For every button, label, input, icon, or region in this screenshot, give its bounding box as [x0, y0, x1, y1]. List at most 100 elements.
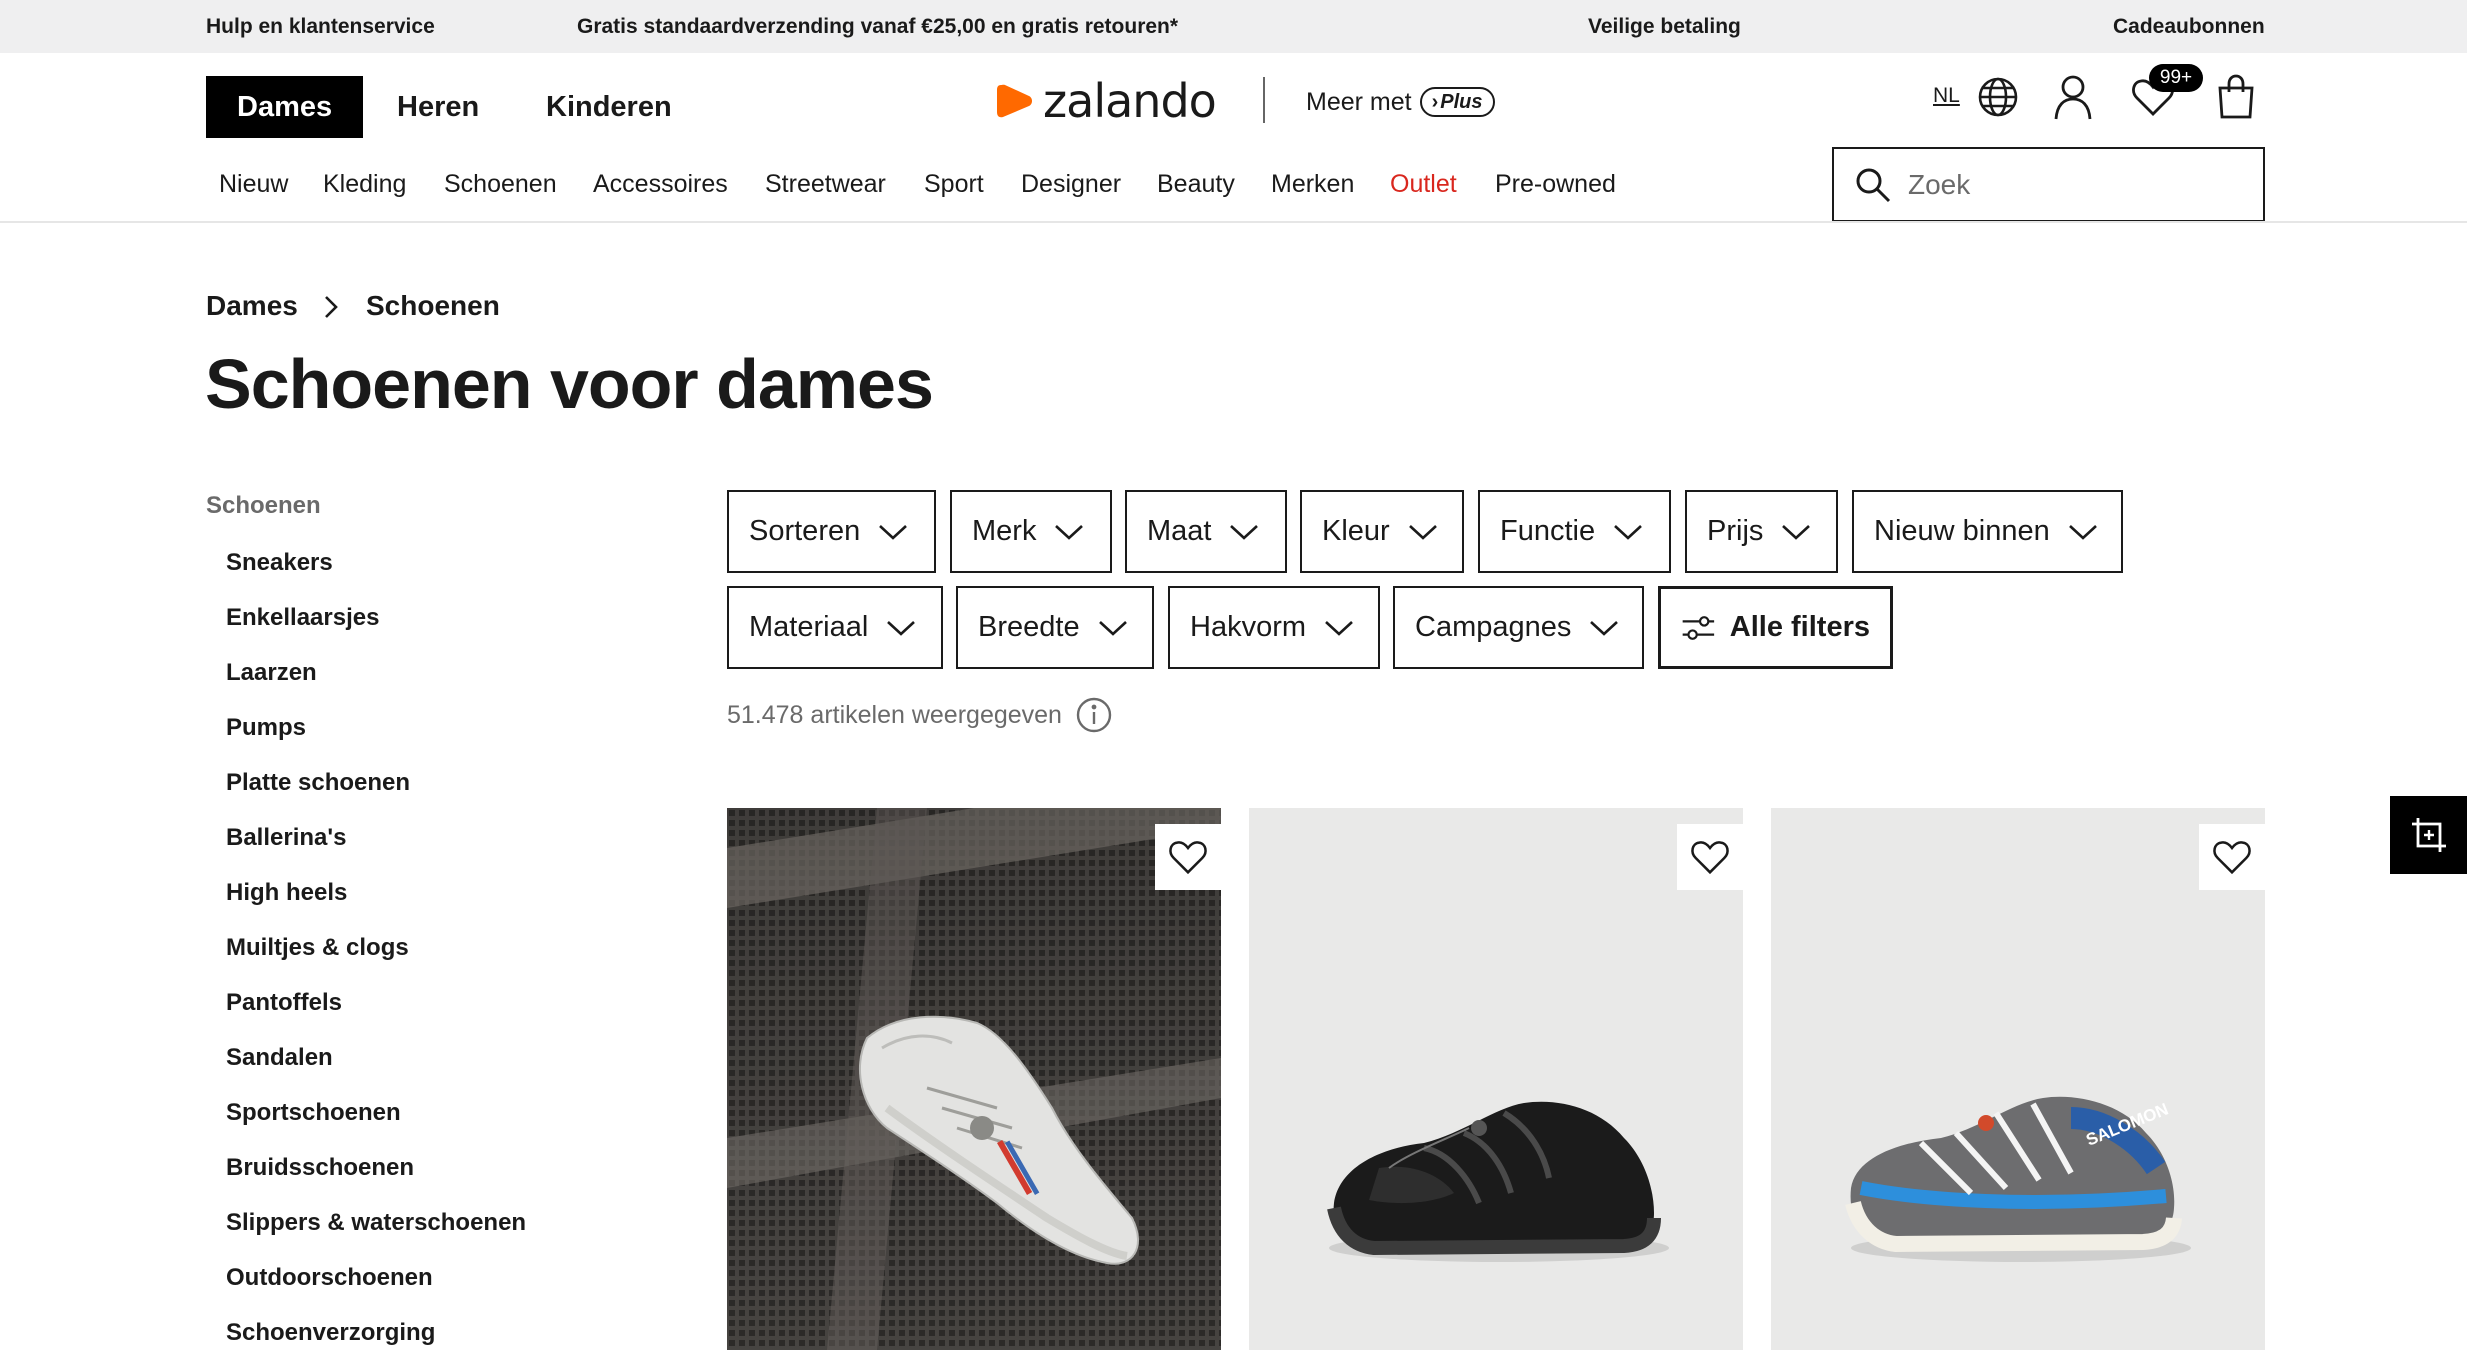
- logo-wordmark: zalando: [1043, 74, 1217, 128]
- heart-icon: [1691, 841, 1729, 875]
- sidebar-item-schoenverzorging[interactable]: Schoenverzorging: [226, 1313, 526, 1350]
- filter-merk[interactable]: Merk: [950, 490, 1112, 573]
- product-image-white-sneaker: [727, 808, 1221, 1350]
- results-count: 51.478 artikelen weergegeven: [727, 697, 1112, 733]
- feedback-button[interactable]: [2390, 796, 2467, 874]
- filter-campagnes[interactable]: Campagnes: [1393, 586, 1644, 669]
- sidebar-item-pumps[interactable]: Pumps: [226, 708, 526, 763]
- chevron-down-icon: [1614, 524, 1642, 540]
- sidebar-item-sportschoenen[interactable]: Sportschoenen: [226, 1093, 526, 1148]
- nav-streetwear[interactable]: Streetwear: [765, 164, 886, 204]
- sidebar-item-pantoffels[interactable]: Pantoffels: [226, 983, 526, 1038]
- search-input[interactable]: Zoek: [1832, 147, 2265, 222]
- sidebar-category-list: Sneakers Enkellaarsjes Laarzen Pumps Pla…: [226, 543, 526, 1350]
- product-card[interactable]: SALOMON: [1771, 808, 2265, 1350]
- zalando-logo-icon: [997, 84, 1032, 118]
- info-icon[interactable]: [1076, 697, 1112, 733]
- sidebar-item-sneakers[interactable]: Sneakers: [226, 543, 526, 598]
- nav-accessoires[interactable]: Accessoires: [593, 164, 728, 204]
- plus-badge: › Plus: [1419, 87, 1495, 117]
- tab-kinderen[interactable]: Kinderen: [546, 76, 672, 138]
- sidebar-item-platte-schoenen[interactable]: Platte schoenen: [226, 763, 526, 818]
- filter-functie[interactable]: Functie: [1478, 490, 1671, 573]
- search-icon: [1856, 168, 1891, 202]
- nav-outlet[interactable]: Outlet: [1390, 164, 1457, 204]
- secure-payment-info[interactable]: Veilige betaling: [1588, 0, 1741, 53]
- chevron-down-icon: [1055, 524, 1084, 540]
- filter-label: Sorteren: [749, 515, 861, 547]
- wishlist-add-button[interactable]: [1677, 824, 1743, 890]
- filter-label: Breedte: [978, 611, 1080, 643]
- filter-kleur[interactable]: Kleur: [1300, 490, 1464, 573]
- language-selector[interactable]: NL: [1933, 84, 1960, 108]
- filter-nieuw-binnen[interactable]: Nieuw binnen: [1852, 490, 2123, 573]
- filter-label: Functie: [1500, 515, 1596, 547]
- filter-hakvorm[interactable]: Hakvorm: [1168, 586, 1380, 669]
- chevron-down-icon: [879, 524, 908, 540]
- filter-label: Merk: [972, 515, 1037, 547]
- breadcrumb-schoenen[interactable]: Schoenen: [366, 288, 500, 324]
- top-service-bar: Hulp en klantenservice Gratis standaardv…: [0, 0, 2467, 53]
- nav-sport[interactable]: Sport: [924, 164, 984, 204]
- shopping-bag-icon[interactable]: [2215, 72, 2257, 122]
- sidebar-item-sandalen[interactable]: Sandalen: [226, 1038, 526, 1093]
- breadcrumb-dames[interactable]: Dames: [206, 288, 298, 324]
- chevron-down-icon: [1590, 620, 1619, 636]
- filter-prijs[interactable]: Prijs: [1685, 490, 1838, 573]
- chevron-down-icon: [1782, 524, 1811, 540]
- heart-icon: [2213, 841, 2251, 875]
- sidebar-item-enkellaarsjes[interactable]: Enkellaarsjes: [226, 598, 526, 653]
- results-count-text: 51.478 artikelen weergegeven: [727, 700, 1062, 729]
- header-divider: [1263, 77, 1265, 123]
- zalando-logo[interactable]: zalando: [995, 74, 1217, 128]
- sidebar-heading[interactable]: Schoenen: [206, 492, 321, 520]
- filter-breedte[interactable]: Breedte: [956, 586, 1154, 669]
- header-separator: [0, 221, 2467, 223]
- chevron-down-icon: [2068, 524, 2097, 540]
- heart-icon: [1169, 841, 1207, 875]
- chevron-down-icon: [887, 620, 916, 636]
- nav-designer[interactable]: Designer: [1021, 164, 1121, 204]
- filter-label: Campagnes: [1415, 611, 1572, 643]
- sidebar-item-outdoorschoenen[interactable]: Outdoorschoenen: [226, 1258, 526, 1313]
- filter-label: Kleur: [1322, 515, 1390, 547]
- nav-pre-owned[interactable]: Pre-owned: [1495, 164, 1616, 204]
- shipping-info[interactable]: Gratis standaardverzending vanaf €25,00 …: [577, 0, 1178, 53]
- product-card[interactable]: [1249, 808, 1743, 1350]
- wishlist-count-badge: 99+: [2149, 64, 2203, 92]
- help-link[interactable]: Hulp en klantenservice: [206, 0, 435, 53]
- sidebar-item-laarzen[interactable]: Laarzen: [226, 653, 526, 708]
- filter-label: Maat: [1147, 515, 1212, 547]
- meer-met-label: Meer met: [1306, 87, 1412, 116]
- sliders-icon: [1682, 615, 1715, 640]
- wishlist-add-button[interactable]: [1155, 824, 1221, 890]
- filter-materiaal[interactable]: Materiaal: [727, 586, 943, 669]
- nav-schoenen[interactable]: Schoenen: [444, 164, 557, 204]
- tab-dames[interactable]: Dames: [206, 76, 364, 138]
- sidebar-item-muiltjes-clogs[interactable]: Muiltjes & clogs: [226, 928, 526, 983]
- sidebar-item-ballerinas[interactable]: Ballerina's: [226, 818, 526, 873]
- sidebar-item-bruidsschoenen[interactable]: Bruidsschoenen: [226, 1148, 526, 1203]
- filter-maat[interactable]: Maat: [1125, 490, 1287, 573]
- nav-nieuw[interactable]: Nieuw: [219, 164, 288, 204]
- filter-label: Hakvorm: [1190, 611, 1307, 643]
- plus-membership-link[interactable]: Meer met › Plus: [1306, 82, 1495, 122]
- filter-label: Nieuw binnen: [1874, 515, 2050, 547]
- chevron-right-icon: [325, 296, 338, 318]
- filter-label: Materiaal: [749, 611, 869, 643]
- tab-heren[interactable]: Heren: [397, 76, 479, 138]
- chevron-down-icon: [1098, 620, 1127, 636]
- all-filters-button[interactable]: Alle filters: [1658, 586, 1893, 669]
- giftcards-link[interactable]: Cadeaubonnen: [2113, 0, 2265, 53]
- sidebar-item-slippers[interactable]: Slippers & waterschoenen: [226, 1203, 526, 1258]
- sidebar-item-high-heels[interactable]: High heels: [226, 873, 526, 928]
- account-icon[interactable]: [2050, 72, 2096, 122]
- nav-merken[interactable]: Merken: [1271, 164, 1354, 204]
- product-card[interactable]: [727, 808, 1221, 1350]
- nav-kleding[interactable]: Kleding: [323, 164, 406, 204]
- nav-beauty[interactable]: Beauty: [1157, 164, 1235, 204]
- globe-icon[interactable]: [1975, 74, 2021, 120]
- search-placeholder: Zoek: [1908, 168, 1971, 200]
- wishlist-add-button[interactable]: [2199, 824, 2265, 890]
- filter-sorteren[interactable]: Sorteren: [727, 490, 936, 573]
